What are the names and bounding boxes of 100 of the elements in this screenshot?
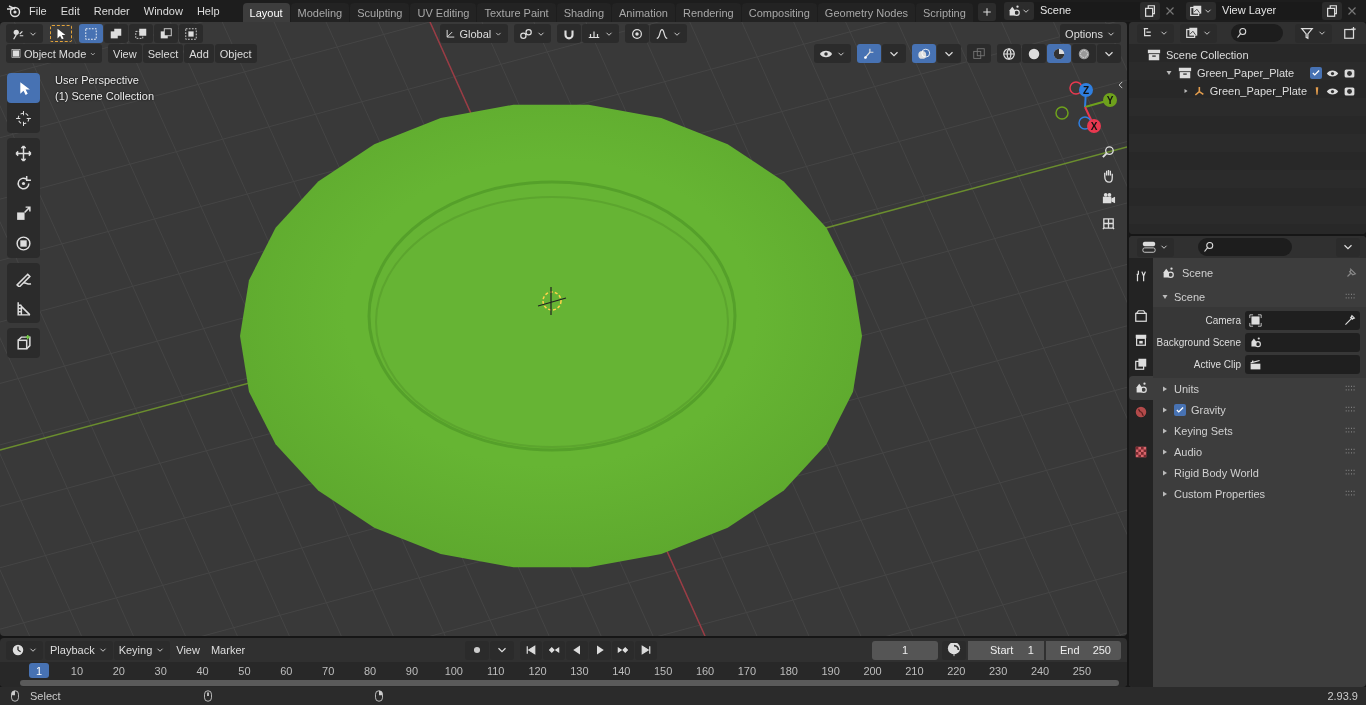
current-frame-field[interactable]: 1 bbox=[872, 640, 938, 660]
search-field[interactable] bbox=[1231, 24, 1283, 42]
scene-browse-button[interactable] bbox=[1004, 2, 1034, 20]
workspace-tab[interactable]: Scripting bbox=[916, 3, 973, 22]
caret-button[interactable] bbox=[1097, 44, 1121, 63]
selection-mode-button[interactable] bbox=[104, 24, 128, 43]
snap-target-dropdown[interactable] bbox=[582, 24, 619, 43]
workspace-tab[interactable]: Modeling bbox=[290, 3, 350, 22]
options-dropdown[interactable]: Options bbox=[1060, 24, 1121, 43]
menu-item[interactable]: Add bbox=[184, 44, 214, 63]
menu-item[interactable]: Playback bbox=[45, 640, 113, 660]
outliner-row[interactable]: Green_Paper_Plate bbox=[1129, 64, 1366, 82]
outliner-row[interactable]: Scene Collection bbox=[1129, 46, 1366, 64]
overlay-toggle-button[interactable] bbox=[912, 44, 936, 63]
plate-drawing[interactable] bbox=[240, 104, 862, 568]
panel-checkbox[interactable] bbox=[1174, 403, 1186, 416]
workspace-tab[interactable]: Layout bbox=[242, 3, 290, 22]
orientation-dropdown[interactable]: Global bbox=[440, 24, 508, 43]
camera-icon[interactable] bbox=[1343, 84, 1356, 98]
disclosure-triangle-icon[interactable] bbox=[1161, 293, 1169, 301]
workspace-tab[interactable]: Geometry Nodes bbox=[817, 3, 915, 22]
copy-button[interactable] bbox=[1140, 2, 1160, 20]
proportional-edit-button[interactable] bbox=[625, 24, 649, 43]
add-workspace-button[interactable] bbox=[977, 3, 996, 21]
jump-end-button[interactable] bbox=[635, 640, 658, 660]
copy-button[interactable] bbox=[1322, 2, 1342, 20]
menu-item[interactable]: Object bbox=[214, 44, 257, 63]
view-layer-browse-button[interactable] bbox=[1186, 2, 1216, 20]
filter-dropdown[interactable] bbox=[1295, 23, 1332, 43]
menu-item[interactable]: File bbox=[22, 2, 54, 20]
editor-type-button[interactable] bbox=[1137, 237, 1174, 257]
selection-mode-button[interactable] bbox=[129, 24, 153, 43]
record-button[interactable] bbox=[465, 640, 490, 660]
select-box-tool-button[interactable] bbox=[7, 73, 40, 103]
display-mode-dropdown[interactable] bbox=[1180, 23, 1217, 43]
workspace-tab[interactable]: UV Editing bbox=[410, 3, 477, 22]
previous-keyframe-button[interactable] bbox=[543, 640, 566, 660]
camera-icon[interactable] bbox=[1343, 66, 1356, 80]
object-field[interactable] bbox=[1245, 311, 1360, 330]
editor-type-button[interactable] bbox=[6, 640, 43, 660]
caret-button[interactable] bbox=[1336, 237, 1360, 257]
negative-axis-ball[interactable] bbox=[1069, 81, 1083, 95]
workspace-tab[interactable]: Rendering bbox=[675, 3, 741, 22]
menu-item[interactable]: Marker bbox=[205, 640, 251, 660]
playhead-marker[interactable]: 1 bbox=[29, 663, 49, 678]
menu-item[interactable]: Window bbox=[136, 2, 190, 20]
editor-type-button[interactable] bbox=[6, 24, 43, 43]
jump-start-button[interactable] bbox=[520, 640, 543, 660]
snap-toggle-button[interactable] bbox=[557, 24, 581, 43]
disclosure-triangle-icon[interactable] bbox=[1165, 69, 1173, 77]
menu-item[interactable]: Help bbox=[189, 2, 227, 20]
play-button[interactable] bbox=[589, 640, 612, 660]
disclosure-triangle-icon[interactable] bbox=[1183, 87, 1190, 95]
caret-button[interactable] bbox=[937, 44, 961, 63]
workspace-tab[interactable]: Texture Paint bbox=[477, 3, 556, 22]
exclude-checkbox[interactable] bbox=[1310, 67, 1322, 79]
object-field[interactable] bbox=[1245, 355, 1360, 374]
end-frame-field[interactable]: End 250 bbox=[1046, 640, 1121, 660]
material-shading-button[interactable] bbox=[1047, 44, 1071, 63]
panel-header[interactable]: Gravity bbox=[1153, 399, 1366, 420]
menu-item[interactable]: Edit bbox=[53, 2, 87, 20]
disclosure-triangle-icon[interactable] bbox=[1161, 447, 1169, 456]
caret-button[interactable] bbox=[490, 640, 515, 660]
caret-button[interactable] bbox=[882, 44, 906, 63]
search-field[interactable] bbox=[1198, 238, 1292, 256]
disclosure-triangle-icon[interactable] bbox=[1161, 426, 1169, 435]
disclosure-triangle-icon[interactable] bbox=[1161, 384, 1169, 393]
selection-mode-button[interactable] bbox=[154, 24, 178, 43]
gizmo-toggle-button[interactable] bbox=[857, 44, 881, 63]
x-ray-button[interactable] bbox=[967, 44, 991, 63]
editor-type-button[interactable] bbox=[1137, 23, 1174, 43]
panel-header[interactable]: Custom Properties bbox=[1153, 483, 1366, 504]
panel-header[interactable]: Keying Sets bbox=[1153, 420, 1366, 441]
wireframe-shading-button[interactable] bbox=[997, 44, 1021, 63]
menu-item[interactable]: Render bbox=[86, 2, 137, 20]
panel-header[interactable]: Audio bbox=[1153, 441, 1366, 462]
disclosure-triangle-icon[interactable] bbox=[1161, 405, 1169, 414]
disclosure-triangle-icon[interactable] bbox=[1161, 489, 1169, 498]
solid-shading-button[interactable] bbox=[1022, 44, 1046, 63]
menu-item[interactable]: Keying bbox=[113, 640, 171, 660]
menu-item[interactable]: View bbox=[108, 44, 142, 63]
mode-dropdown[interactable]: Object Mode bbox=[6, 44, 102, 63]
workspace-tab[interactable]: Animation bbox=[612, 3, 675, 22]
active-tool-button[interactable] bbox=[49, 24, 73, 43]
start-frame-field[interactable]: Start 1 bbox=[968, 640, 1044, 660]
workspace-tab[interactable]: Shading bbox=[556, 3, 612, 22]
menu-item[interactable]: View bbox=[171, 640, 205, 660]
object-field[interactable] bbox=[1245, 333, 1360, 352]
disclosure-triangle-icon[interactable] bbox=[1161, 468, 1169, 477]
play-reverse-button[interactable] bbox=[566, 640, 589, 660]
rendered-shading-button[interactable] bbox=[1072, 44, 1096, 63]
falloff-dropdown[interactable] bbox=[650, 24, 687, 43]
panel-header[interactable]: Units bbox=[1153, 378, 1366, 399]
workspace-tab[interactable]: Compositing bbox=[741, 3, 817, 22]
menu-item[interactable]: Select bbox=[142, 44, 184, 63]
scrollbar[interactable] bbox=[20, 680, 1119, 686]
pivot-dropdown[interactable] bbox=[514, 24, 551, 43]
outliner-row[interactable]: Green_Paper_Plate bbox=[1129, 82, 1366, 100]
negative-axis-ball[interactable] bbox=[1055, 106, 1069, 120]
visibility-dropdown[interactable] bbox=[814, 44, 851, 63]
